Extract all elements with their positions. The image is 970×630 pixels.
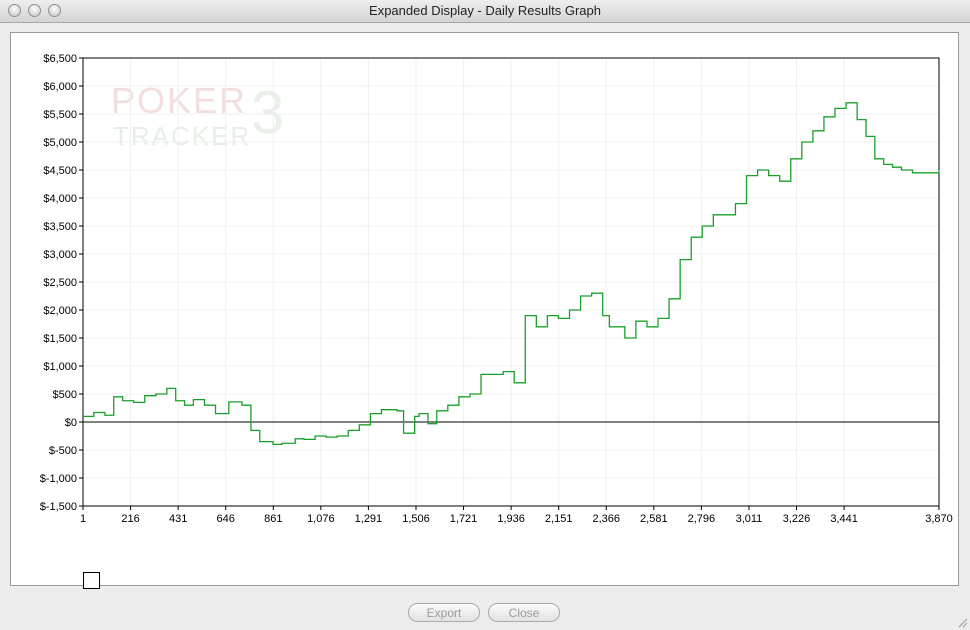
y-tick-label: $5,000	[43, 137, 77, 149]
y-tick-label: $0	[65, 417, 77, 429]
x-tick-label: 1	[80, 513, 86, 525]
y-tick-label: $5,500	[43, 109, 77, 121]
y-tick-label: $-500	[49, 445, 77, 457]
y-tick-label: $2,500	[43, 277, 77, 289]
x-tick-label: 646	[217, 513, 235, 525]
x-tick-label: 3,870	[925, 513, 953, 525]
y-tick-label: $4,000	[43, 193, 77, 205]
title-bar: Expanded Display - Daily Results Graph	[0, 0, 970, 23]
x-tick-label: 861	[264, 513, 282, 525]
y-tick-label: $1,000	[43, 361, 77, 373]
x-tick-label: 1,291	[355, 513, 383, 525]
x-tick-label: 2,581	[640, 513, 668, 525]
x-tick-label: 1,506	[402, 513, 430, 525]
x-tick-label: 2,796	[688, 513, 716, 525]
graph-panel: POKER TRACKER 3 $-1,500 $-1,000 $-500 $0 $500 $1…	[10, 32, 959, 589]
y-tick-label: $-1,000	[40, 473, 77, 485]
x-tick-label: 3,011	[736, 513, 763, 525]
watermark-badge: 3	[251, 79, 284, 146]
y-tick-label: $1,500	[43, 333, 77, 345]
results-chart: POKERTRACKER 3$-1,500$-1,000$-500$0$500$1…	[40, 53, 953, 525]
y-tick-label: $-1,500	[40, 501, 77, 513]
y-tick-label: $3,000	[43, 249, 77, 261]
y-tick-label: $6,000	[43, 81, 77, 93]
x-tick-label: 2,366	[592, 513, 620, 525]
x-tick-label: 431	[169, 513, 187, 525]
y-tick-label: $500	[53, 389, 77, 401]
x-tick-label: 1,076	[307, 513, 335, 525]
y-tick-label: $3,500	[43, 221, 77, 233]
y-tick-label: $2,000	[43, 305, 77, 317]
x-tick-label: 1,936	[497, 513, 525, 525]
export-button[interactable]: Export	[408, 603, 480, 622]
x-tick-label: 1,721	[450, 513, 478, 525]
x-tick-label: 3,441	[830, 513, 858, 525]
app-window: Expanded Display - Daily Results Graph P…	[0, 0, 970, 630]
close-button[interactable]: Close	[488, 603, 560, 622]
window-title: Expanded Display - Daily Results Graph	[369, 3, 601, 18]
watermark-tracker: TRACKER	[113, 121, 251, 151]
legend-toggle-checkbox[interactable]	[83, 572, 100, 589]
resize-grip-icon[interactable]	[958, 618, 968, 628]
x-tick-label: 2,151	[545, 513, 573, 525]
x-tick-label: 216	[121, 513, 139, 525]
x-tick-label: 3,226	[783, 513, 811, 525]
y-tick-label: $6,500	[43, 53, 77, 65]
y-tick-label: $4,500	[43, 165, 77, 177]
